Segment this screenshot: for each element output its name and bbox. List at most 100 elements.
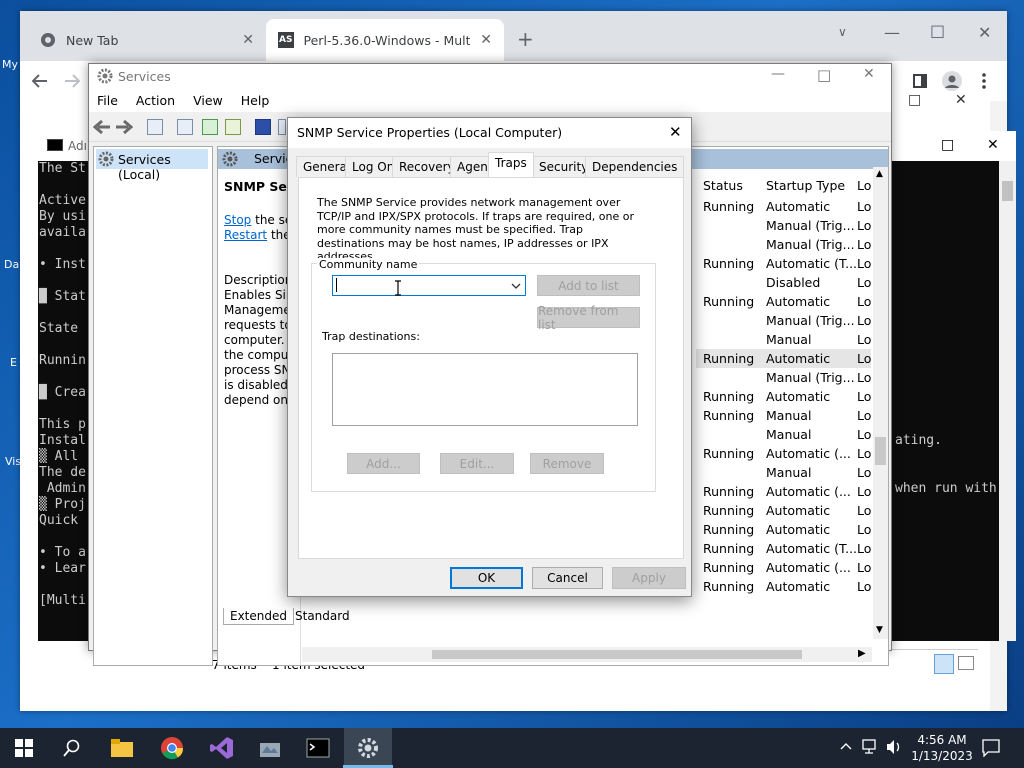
menu-action[interactable]: Action bbox=[136, 93, 184, 108]
cancel-button[interactable]: Cancel bbox=[532, 567, 603, 589]
restart-link[interactable]: Restart bbox=[224, 228, 267, 242]
large-view-icon[interactable] bbox=[958, 656, 974, 670]
forward-icon[interactable] bbox=[115, 119, 133, 135]
column-startup-type[interactable]: Startup Type bbox=[766, 178, 845, 193]
refresh-icon[interactable] bbox=[202, 119, 218, 135]
start-button[interactable] bbox=[0, 728, 48, 768]
close-icon[interactable]: ✕ bbox=[242, 32, 254, 48]
tab-search-icon[interactable]: ∨ bbox=[838, 25, 847, 39]
minimize-button[interactable]: — bbox=[884, 23, 900, 42]
table-row[interactable]: Manual (Trig... Lo bbox=[696, 311, 871, 330]
table-row[interactable]: Running Automatic Lo bbox=[696, 520, 871, 539]
forward-icon[interactable] bbox=[64, 74, 80, 88]
desktop-label[interactable]: E bbox=[10, 356, 17, 369]
export-icon[interactable] bbox=[225, 119, 241, 135]
table-row[interactable]: Manual (Trig... Lo bbox=[696, 216, 871, 235]
table-row[interactable]: Running Manual Lo bbox=[696, 406, 871, 425]
toolbar-icon[interactable] bbox=[278, 119, 286, 135]
scrollbar-thumb[interactable] bbox=[432, 650, 802, 659]
table-row[interactable]: Manual Lo bbox=[696, 330, 871, 349]
edit-button[interactable]: Edit... bbox=[440, 453, 514, 474]
menu-icon[interactable] bbox=[982, 73, 986, 89]
table-row[interactable]: Running Automatic (T... Lo bbox=[696, 254, 871, 273]
maximize-button[interactable]: □ bbox=[941, 137, 954, 153]
table-row[interactable]: Running Automatic (... Lo bbox=[696, 482, 871, 501]
tree-item-services-local[interactable]: Services (Local) bbox=[96, 149, 208, 182]
details-view-icon[interactable] bbox=[934, 654, 954, 674]
back-icon[interactable] bbox=[32, 74, 48, 88]
table-row[interactable]: Manual (Trig... Lo bbox=[696, 235, 871, 254]
menu-view[interactable]: View bbox=[193, 93, 232, 108]
notification-icon[interactable] bbox=[982, 739, 1000, 757]
volume-icon[interactable] bbox=[886, 739, 902, 755]
chevron-up-icon[interactable] bbox=[840, 742, 852, 750]
taskbar-services[interactable] bbox=[344, 728, 392, 768]
menu-file[interactable]: File bbox=[97, 93, 127, 108]
search-button[interactable] bbox=[48, 728, 96, 768]
taskbar-app[interactable] bbox=[246, 728, 294, 768]
sidebar-icon[interactable] bbox=[913, 74, 927, 88]
column-log-on-as[interactable]: Lo bbox=[857, 178, 871, 193]
column-status[interactable]: Status bbox=[703, 178, 743, 193]
remove-button[interactable]: Remove bbox=[530, 453, 604, 474]
back-icon[interactable] bbox=[93, 119, 111, 135]
table-row[interactable]: Manual Lo bbox=[696, 463, 871, 482]
table-row[interactable]: Running Automatic (T... Lo bbox=[696, 539, 871, 558]
properties-icon[interactable] bbox=[177, 119, 193, 135]
close-button[interactable]: ✕ bbox=[863, 66, 875, 82]
terminal-scrollbar[interactable] bbox=[999, 161, 1016, 641]
tab-perl[interactable]: AS Perl-5.36.0-Windows - MultiGam ✕ bbox=[266, 19, 504, 61]
scrollbar-thumb[interactable] bbox=[1002, 181, 1013, 201]
list-vscrollbar[interactable]: ▲ ▼ bbox=[873, 167, 888, 639]
clock[interactable]: 4:56 AM 1/13/2023 bbox=[908, 732, 976, 764]
maximize-button[interactable]: □ bbox=[908, 92, 921, 108]
chevron-up-icon[interactable]: ▲ bbox=[876, 169, 883, 179]
table-row[interactable]: Running Automatic Lo bbox=[696, 349, 871, 368]
trap-destinations-list[interactable] bbox=[332, 353, 638, 426]
remove-from-list-button[interactable]: Remove from list bbox=[537, 304, 640, 332]
scrollbar-thumb[interactable] bbox=[875, 437, 886, 465]
taskbar-visual-studio[interactable] bbox=[198, 728, 246, 768]
tab-dependencies[interactable]: Dependencies bbox=[585, 156, 685, 177]
ok-button[interactable]: OK bbox=[450, 567, 523, 589]
table-row[interactable]: Running Automatic Lo bbox=[696, 577, 871, 596]
table-row[interactable]: Disabled Lo bbox=[696, 273, 871, 292]
taskbar-file-explorer[interactable] bbox=[98, 728, 146, 768]
tab-new-tab[interactable]: New Tab ✕ bbox=[28, 19, 266, 61]
chevron-down-icon[interactable]: ▼ bbox=[876, 625, 883, 635]
network-icon[interactable] bbox=[862, 739, 880, 755]
maximize-button[interactable]: □ bbox=[930, 21, 945, 40]
menu-help[interactable]: Help bbox=[241, 93, 279, 108]
chevron-down-icon[interactable] bbox=[511, 283, 521, 289]
close-button[interactable]: ✕ bbox=[987, 137, 999, 153]
add-to-list-button[interactable]: Add to list bbox=[537, 275, 640, 296]
maximize-button[interactable]: □ bbox=[817, 66, 831, 84]
close-button[interactable]: ✕ bbox=[669, 123, 682, 141]
desktop-label[interactable]: Vis bbox=[5, 455, 21, 468]
close-button[interactable]: ✕ bbox=[955, 92, 967, 108]
minimize-button[interactable]: — bbox=[771, 66, 785, 82]
desktop-label[interactable]: Da bbox=[4, 258, 19, 271]
stop-link[interactable]: Stop bbox=[224, 213, 251, 227]
close-button[interactable]: ✕ bbox=[978, 23, 991, 42]
table-row[interactable]: Running Automatic Lo bbox=[696, 387, 871, 406]
new-tab-button[interactable]: + bbox=[517, 27, 534, 51]
table-row[interactable]: Running Automatic Lo bbox=[696, 197, 871, 216]
taskbar-terminal[interactable] bbox=[294, 728, 342, 768]
table-row[interactable]: Manual Lo bbox=[696, 425, 871, 444]
chevron-right-icon[interactable]: ▶ bbox=[858, 648, 866, 659]
table-row[interactable]: Running Automatic Lo bbox=[696, 501, 871, 520]
taskbar-chrome[interactable] bbox=[148, 728, 196, 768]
community-name-combobox[interactable] bbox=[332, 275, 526, 296]
console-tree-icon[interactable] bbox=[147, 119, 163, 135]
table-row[interactable]: Running Automatic (... Lo bbox=[696, 558, 871, 577]
table-row[interactable]: Manual (Trig... Lo bbox=[696, 368, 871, 387]
list-hscrollbar[interactable]: ▶ bbox=[302, 647, 872, 662]
tab-extended[interactable]: Extended bbox=[223, 608, 294, 625]
table-row[interactable]: Running Automatic (... Lo bbox=[696, 444, 871, 463]
desktop-label[interactable]: My bbox=[2, 58, 18, 71]
table-row[interactable]: Running Automatic Lo bbox=[696, 292, 871, 311]
add-button[interactable]: Add... bbox=[347, 453, 420, 474]
close-icon[interactable]: ✕ bbox=[480, 32, 492, 48]
apply-button[interactable]: Apply bbox=[612, 567, 686, 589]
